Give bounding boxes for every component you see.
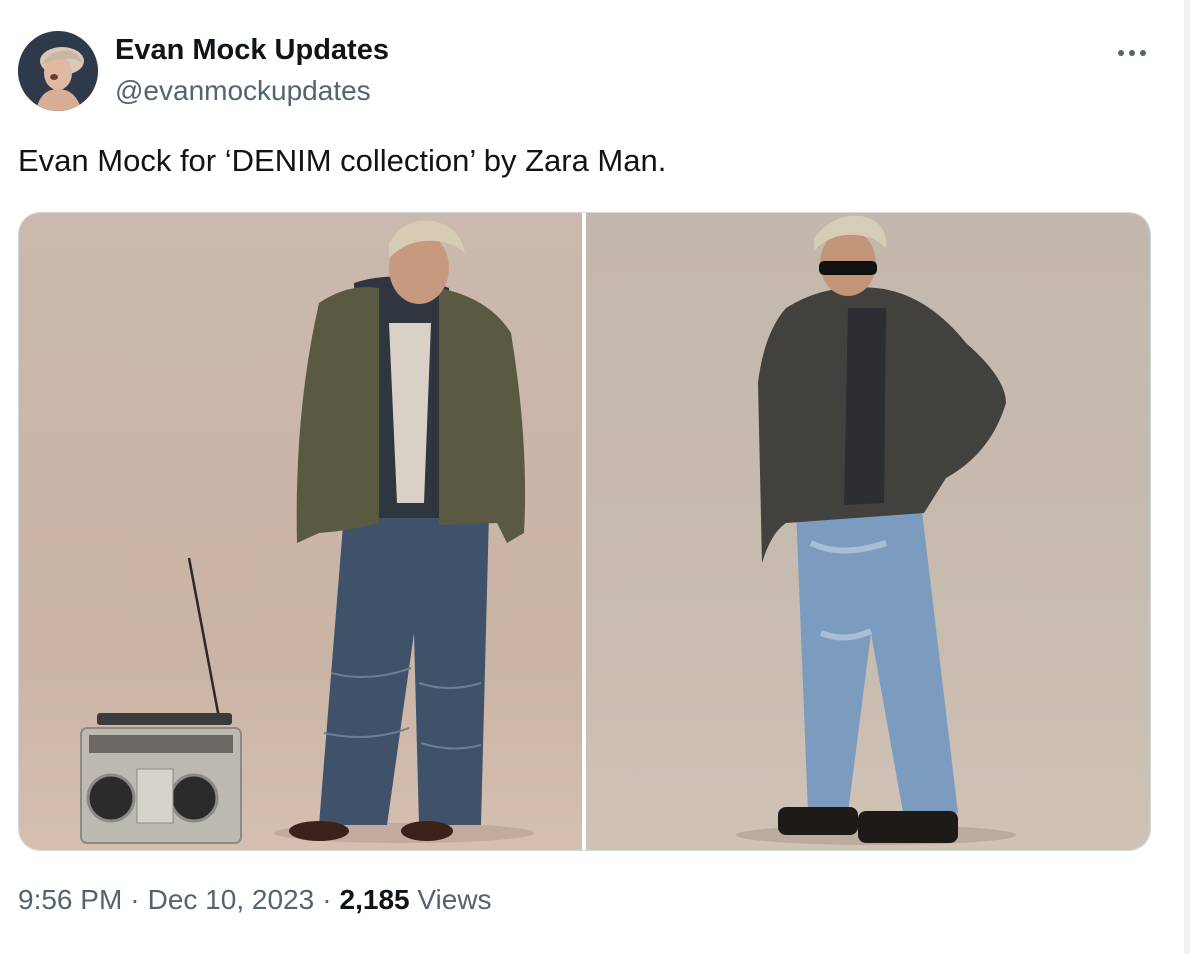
meta-separator: · (322, 884, 332, 915)
tweet-time[interactable]: 9:56 PM (18, 884, 122, 915)
avatar-image (18, 31, 98, 111)
timeline-edge (1184, 0, 1190, 954)
author-name[interactable]: Evan Mock Updates (115, 34, 389, 67)
views-count: 2,185 (339, 884, 410, 915)
more-options-button[interactable] (1112, 38, 1152, 68)
author-handle[interactable]: @evanmockupdates (115, 75, 371, 107)
more-horizontal-icon (1118, 50, 1146, 56)
tweet-text: Evan Mock for ‘DENIM collection’ by Zara… (18, 143, 667, 178)
photo-left-image (19, 213, 582, 850)
avatar[interactable] (18, 31, 98, 111)
media-grid (18, 212, 1151, 851)
views-label: Views (417, 884, 492, 915)
tweet-date[interactable]: Dec 10, 2023 (148, 884, 315, 915)
photo-right-image (586, 213, 1150, 850)
tweet-meta: 9:56 PM · Dec 10, 2023 · 2,185 Views (18, 884, 492, 916)
photo-right[interactable] (586, 213, 1150, 850)
photo-left[interactable] (19, 213, 582, 850)
meta-separator: · (130, 884, 140, 915)
